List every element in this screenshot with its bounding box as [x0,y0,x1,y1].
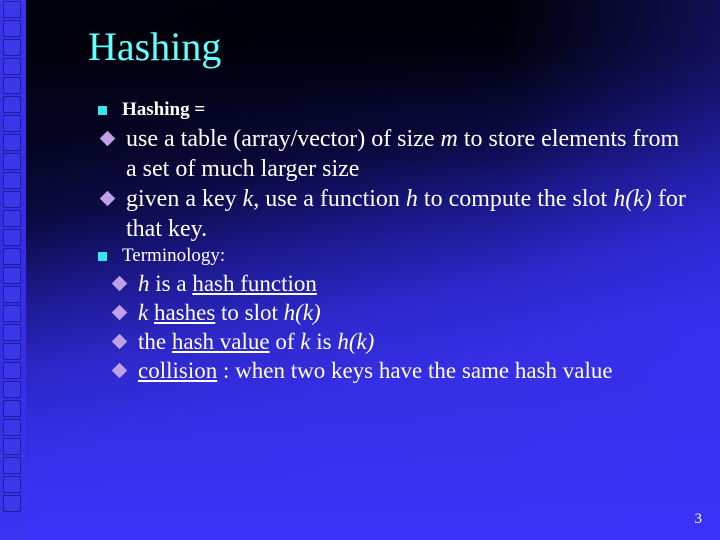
text-run: use a table (array/vector) of size [126,126,441,152]
band-square [4,211,20,226]
bullet-level-2: the hash value of k is h(k) [108,327,690,356]
bullet-level-2: k hashes to slot h(k) [108,298,690,327]
band-square [4,401,20,416]
text-run: , use a function [253,186,406,212]
band-square [4,306,20,321]
italic-term: k [242,186,254,212]
band-square [4,249,20,264]
text-run: to compute the slot [417,186,614,212]
square-bullet-icon [98,106,107,115]
band-square [4,40,20,55]
text-run: : when two keys have the same hash value [217,358,613,383]
band-square [4,230,20,245]
diamond-bullet-icon [99,190,116,207]
italic-term: h [138,271,150,296]
bullet-level-2-label: collision : when two keys have the same … [138,358,613,383]
italic-term: h(k) [337,329,375,354]
diamond-bullet-icon [111,362,128,379]
band-square [4,173,20,188]
text-run: given a key [126,186,243,212]
text-run: of [269,329,301,354]
bullet-level-2: given a key k, use a function h to compu… [96,184,690,244]
bullet-level-2-label: use a table (array/vector) of size m to … [126,126,679,182]
diamond-bullet-icon [111,333,128,350]
band-square [4,420,20,435]
underlined-term: hash function [192,271,317,296]
square-bullet-icon [98,252,107,261]
underlined-term: hashes [153,300,216,325]
bullet-level-2: h is a hash function [108,269,690,298]
text-run: to slot [215,300,284,325]
band-square [4,344,20,359]
sub-bullet-group: h is a hash function k hashes to slot h(k… [108,269,690,385]
text-run: the [138,329,172,354]
text-run: is [310,329,338,354]
underlined-term: hash value [171,329,270,354]
italic-term: k [138,300,149,325]
band-square [4,154,20,169]
band-square [4,135,20,150]
left-band-square-strip [4,0,22,540]
bullet-level-2-label: k hashes to slot h(k) [138,300,321,325]
italic-term: k [300,329,311,354]
underlined-term: collision [138,358,218,383]
bullet-level-1-label: Terminology: [122,245,226,266]
italic-term: m [440,126,458,152]
text-run: is a [149,271,193,296]
band-square [4,496,20,511]
slide-number: 3 [694,511,703,527]
band-square [4,78,20,93]
slide-title: Hashing [88,24,222,69]
bullet-level-2-label: the hash value of k is h(k) [138,329,374,354]
bullet-level-2: collision : when two keys have the same … [108,356,690,385]
sub-bullet-group: use a table (array/vector) of size m to … [96,124,690,244]
bullet-level-2-label: given a key k, use a function h to compu… [126,186,686,242]
bullet-level-2-label: h is a hash function [138,271,317,296]
bullet-level-2: use a table (array/vector) of size m to … [96,124,690,184]
left-decorative-band [0,0,26,540]
band-square [4,59,20,74]
band-square [4,325,20,340]
band-square [4,268,20,283]
italic-term: h(k) [283,300,321,325]
diamond-bullet-icon [99,130,116,147]
band-square [4,2,20,17]
slide-body: Hashing = use a table (array/vector) of s… [96,98,690,385]
band-square [4,382,20,397]
bullet-level-1: Hashing = [96,98,690,122]
band-square [4,439,20,454]
diamond-bullet-icon [111,275,128,292]
italic-term: h(k) [613,186,652,212]
band-square [4,287,20,302]
band-square [4,97,20,112]
band-square [4,192,20,207]
band-square [4,458,20,473]
bullet-level-1: Terminology: [96,244,690,268]
diamond-bullet-icon [111,304,128,321]
italic-term: h [405,186,418,212]
band-square [4,363,20,378]
band-square [4,116,20,131]
presentation-slide: Hashing Hashing = use a table (array/vect… [0,0,720,540]
band-square [4,477,20,492]
bullet-level-1-label: Hashing = [122,99,206,120]
band-square [4,21,20,36]
